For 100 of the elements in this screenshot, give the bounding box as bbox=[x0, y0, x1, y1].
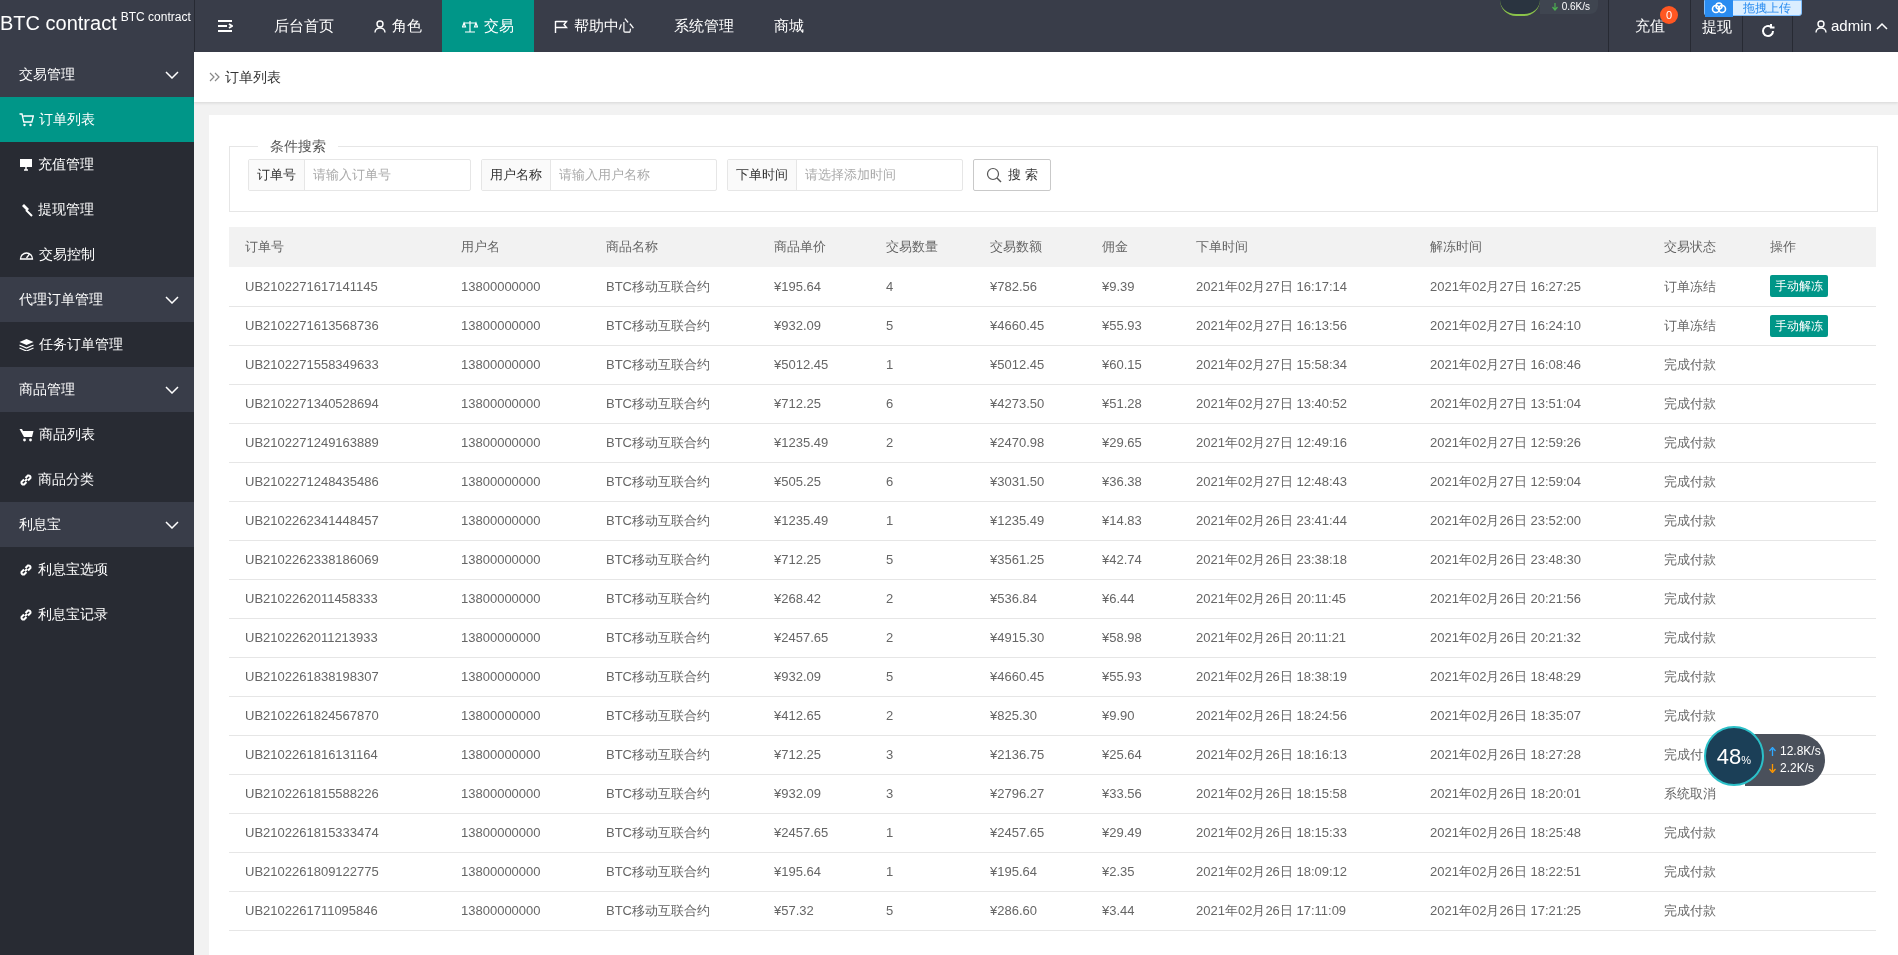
table-cell: 2021年02月26日 23:48:30 bbox=[1430, 551, 1582, 567]
input-field[interactable]: 请输入订单号 bbox=[305, 160, 470, 190]
sidebar-item[interactable]: 商品分类 bbox=[0, 457, 194, 502]
search-button[interactable]: 搜 索 bbox=[973, 159, 1051, 191]
table-cell: UB2102261809122775 bbox=[245, 863, 379, 879]
table-cell: BTC移动互联合约 bbox=[606, 512, 710, 528]
table-cell: BTC移动互联合约 bbox=[606, 317, 710, 333]
table-cell: ¥3561.25 bbox=[990, 551, 1045, 567]
table-cell: 3 bbox=[886, 746, 894, 762]
nav-tab[interactable]: 系统管理 bbox=[654, 0, 754, 52]
sidebar-item[interactable]: 商品列表 bbox=[0, 412, 194, 457]
table-cell: 2021年02月26日 17:21:25 bbox=[1430, 902, 1582, 918]
sidebar-item[interactable]: 订单列表 bbox=[0, 97, 194, 142]
sidebar-group[interactable]: 交易管理 bbox=[0, 52, 194, 97]
column-header: 佣金 bbox=[1086, 227, 1180, 267]
table-cell: UB2102261838198307 bbox=[245, 668, 379, 684]
search-field[interactable]: 用户名称 请输入用户名称 bbox=[481, 159, 717, 191]
table-cell: ¥932.09 bbox=[774, 317, 821, 333]
table-cell: BTC移动互联合约 bbox=[606, 551, 710, 567]
table-cell: ¥932.09 bbox=[774, 785, 821, 801]
network-monitor-widget[interactable]: 0.6K/s bbox=[1540, 0, 1598, 14]
table-cell: 完成付款 bbox=[1664, 473, 1716, 489]
table-cell: 2021年02月26日 18:20:01 bbox=[1430, 785, 1582, 801]
table-cell: 订单冻结 bbox=[1664, 278, 1716, 294]
table-cell: UB2102271248435486 bbox=[245, 473, 379, 489]
table-cell: 2021年02月27日 16:08:46 bbox=[1430, 356, 1582, 372]
table-cell: 13800000000 bbox=[461, 551, 541, 567]
sidebar-item[interactable]: 交易控制 bbox=[0, 232, 194, 277]
table-cell: 13800000000 bbox=[461, 746, 541, 762]
table-cell: 完成付款 bbox=[1664, 512, 1716, 528]
unfreeze-button[interactable]: 手动解冻 bbox=[1770, 275, 1828, 298]
input-field[interactable]: 请选择添加时间 bbox=[797, 160, 962, 190]
table-cell: 完成付 bbox=[1664, 746, 1703, 762]
table-cell: 13800000000 bbox=[461, 434, 541, 450]
withdraw-link[interactable]: 提现 bbox=[1701, 18, 1732, 36]
table-cell: ¥1235.49 bbox=[774, 434, 829, 450]
table-cell: BTC移动互联合约 bbox=[606, 902, 710, 918]
column-header: 订单号 bbox=[229, 227, 445, 267]
table-cell: ¥782.56 bbox=[990, 278, 1037, 294]
unfreeze-button[interactable]: 手动解冻 bbox=[1770, 314, 1828, 337]
table-cell: 13800000000 bbox=[461, 629, 541, 645]
search-field[interactable]: 订单号 请输入订单号 bbox=[248, 159, 471, 191]
nav-tab[interactable]: 后台首页 bbox=[254, 0, 354, 52]
table-cell: ¥6.44 bbox=[1102, 590, 1135, 606]
table-cell: UB2102262338186069 bbox=[245, 551, 379, 567]
input-field[interactable]: 请输入用户名称 bbox=[551, 160, 716, 190]
sidebar-item[interactable]: 利息宝选项 bbox=[0, 547, 194, 592]
column-header: 解冻时间 bbox=[1414, 227, 1648, 267]
table-cell: 13800000000 bbox=[461, 707, 541, 723]
table-cell: BTC移动互联合约 bbox=[606, 668, 710, 684]
table-cell: 系统取消 bbox=[1664, 785, 1716, 801]
table-cell: 2021年02月27日 13:40:52 bbox=[1196, 395, 1348, 411]
sidebar-item[interactable]: 利息宝记录 bbox=[0, 592, 194, 637]
table-cell: ¥29.65 bbox=[1102, 434, 1142, 450]
table-cell: 完成付款 bbox=[1664, 707, 1716, 723]
table-cell: 13800000000 bbox=[461, 278, 541, 294]
table-cell: 2021年02月26日 18:22:51 bbox=[1430, 863, 1582, 879]
nav-tab[interactable]: 帮助中心 bbox=[534, 0, 654, 52]
table-cell: 4 bbox=[886, 278, 894, 294]
table-cell: BTC移动互联合约 bbox=[606, 785, 710, 801]
table-cell: 2021年02月27日 16:27:25 bbox=[1430, 278, 1582, 294]
sidebar-item[interactable]: 提现管理 bbox=[0, 187, 194, 232]
table-cell: 13800000000 bbox=[461, 902, 541, 918]
sidebar-item[interactable]: 充值管理 bbox=[0, 142, 194, 187]
table-cell: BTC移动互联合约 bbox=[606, 356, 710, 372]
column-header: 交易数额 bbox=[974, 227, 1086, 267]
table-cell: ¥2136.75 bbox=[990, 746, 1045, 762]
table-cell: 2 bbox=[886, 629, 894, 645]
table-cell: 6 bbox=[886, 473, 894, 489]
sidebar-group[interactable]: 商品管理 bbox=[0, 367, 194, 412]
table-cell: 13800000000 bbox=[461, 317, 541, 333]
logo-subtitle: BTC contract bbox=[120, 10, 191, 24]
table-cell: 2 bbox=[886, 590, 894, 606]
table-cell: ¥25.64 bbox=[1102, 746, 1142, 762]
table-cell: ¥4660.45 bbox=[990, 317, 1045, 333]
table-cell: ¥36.38 bbox=[1102, 473, 1142, 489]
table-cell: ¥51.28 bbox=[1102, 395, 1142, 411]
table-cell: 2021年02月27日 16:17:14 bbox=[1196, 278, 1348, 294]
table-cell: 3 bbox=[886, 785, 894, 801]
table-cell: 完成付款 bbox=[1664, 668, 1716, 684]
table-cell: 2021年02月26日 18:09:12 bbox=[1196, 863, 1348, 879]
table-cell: ¥3.44 bbox=[1102, 902, 1135, 918]
nav-tab[interactable]: 交易 bbox=[442, 0, 534, 52]
table-cell: 2021年02月26日 18:35:07 bbox=[1430, 707, 1582, 723]
nav-tab[interactable]: 角色 bbox=[354, 0, 442, 52]
table-cell: ¥2470.98 bbox=[990, 434, 1045, 450]
table-cell: 6 bbox=[886, 395, 894, 411]
table-cell: BTC移动互联合约 bbox=[606, 863, 710, 879]
sidebar-group[interactable]: 利息宝 bbox=[0, 502, 194, 547]
table-cell: UB2102261815333474 bbox=[245, 824, 379, 840]
field-label: 下单时间 bbox=[728, 160, 797, 190]
table-cell: 13800000000 bbox=[461, 863, 541, 879]
sidebar-item[interactable]: 任务订单管理 bbox=[0, 322, 194, 367]
table-cell: BTC移动互联合约 bbox=[606, 590, 710, 606]
nav-tab[interactable]: 商城 bbox=[754, 0, 824, 52]
search-field[interactable]: 下单时间 请选择添加时间 bbox=[727, 159, 963, 191]
table-cell: 13800000000 bbox=[461, 512, 541, 528]
table-cell: ¥712.25 bbox=[774, 395, 821, 411]
sidebar-group[interactable]: 代理订单管理 bbox=[0, 277, 194, 322]
table-cell: 2021年02月26日 18:15:58 bbox=[1196, 785, 1348, 801]
